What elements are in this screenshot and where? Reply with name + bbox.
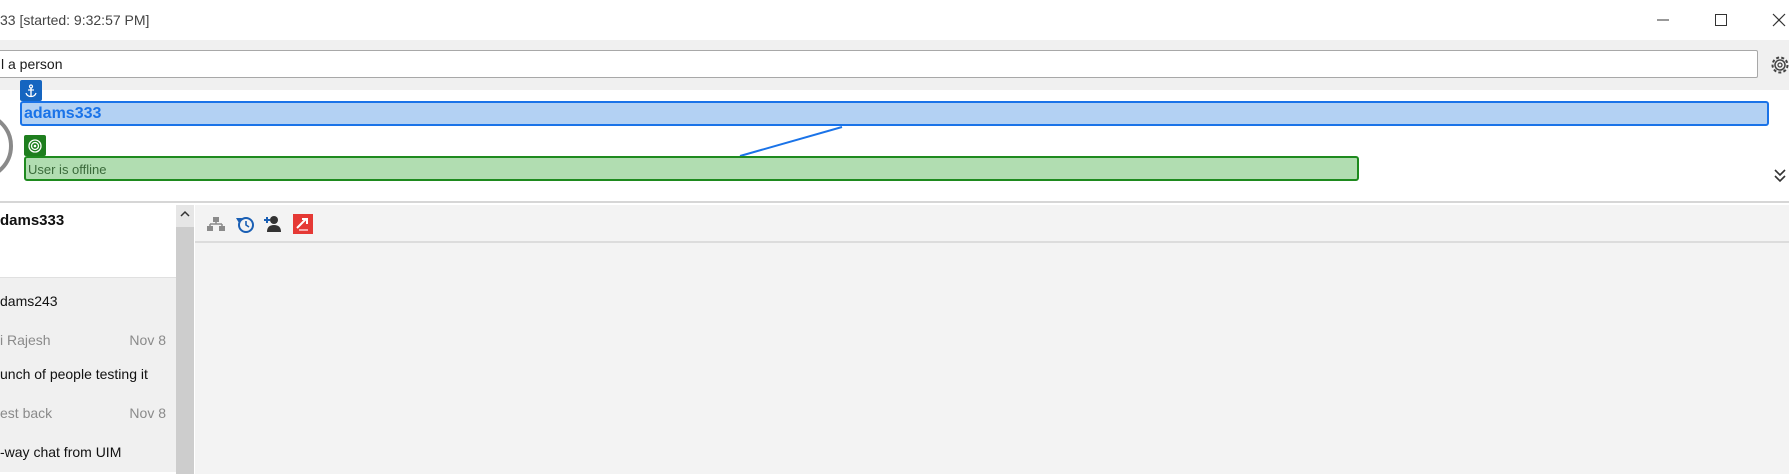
conversation-content — [195, 243, 1789, 474]
org-chart-icon[interactable] — [205, 214, 227, 234]
gear-icon[interactable] — [1768, 53, 1789, 77]
search-input[interactable]: l a person — [0, 50, 1758, 78]
status-box[interactable]: User is offline — [24, 156, 1359, 181]
contact-header: adams333 User is offline — [0, 80, 1789, 203]
target-icon — [24, 135, 46, 156]
maximize-button[interactable] — [1692, 0, 1750, 40]
chevron-up-icon[interactable] — [179, 207, 191, 221]
search-row: l a person — [0, 40, 1789, 90]
share-icon[interactable] — [292, 214, 314, 234]
conversation-name: dams333 — [0, 212, 65, 229]
window-title: 33 [started: 9:32:57 PM] — [0, 12, 150, 28]
conversation-name: dams243 — [0, 293, 58, 309]
conversation-message: -way chat from UIM — [0, 444, 122, 460]
close-button[interactable] — [1750, 0, 1789, 40]
contact-name-box[interactable]: adams333 — [20, 101, 1769, 126]
conversation-sender: est back — [0, 405, 53, 421]
minimize-icon — [1657, 19, 1669, 21]
minimize-button[interactable] — [1634, 0, 1692, 40]
conversation-list: dams333 dams243 i Rajesh Nov 8 unch of p… — [0, 205, 176, 472]
conversation-message: unch of people testing it — [0, 366, 148, 382]
anchor-icon — [20, 80, 42, 101]
history-icon[interactable] — [234, 214, 256, 234]
add-person-icon[interactable] — [263, 214, 285, 234]
list-item[interactable]: -way chat from UIM — [0, 433, 176, 472]
list-item[interactable]: unch of people testing it est back Nov 8 — [0, 355, 176, 433]
conversation-list-pane: dams333 dams243 i Rajesh Nov 8 unch of p… — [0, 205, 176, 474]
maximize-icon — [1715, 14, 1727, 26]
conversation-toolbar — [195, 205, 1789, 243]
list-item-active[interactable]: dams333 — [0, 205, 176, 277]
scrollbar-thumb[interactable] — [176, 227, 194, 474]
title-bar: 33 [started: 9:32:57 PM] — [0, 0, 1789, 40]
conversation-date: Nov 8 — [129, 332, 166, 348]
conversation-date: Nov 8 — [129, 405, 166, 421]
conversation-sender: i Rajesh — [0, 332, 51, 348]
vertical-scrollbar[interactable] — [176, 205, 194, 474]
double-chevron-down-icon[interactable] — [1772, 166, 1788, 184]
list-item[interactable]: dams243 i Rajesh Nov 8 — [0, 277, 176, 355]
close-icon — [1772, 13, 1786, 27]
